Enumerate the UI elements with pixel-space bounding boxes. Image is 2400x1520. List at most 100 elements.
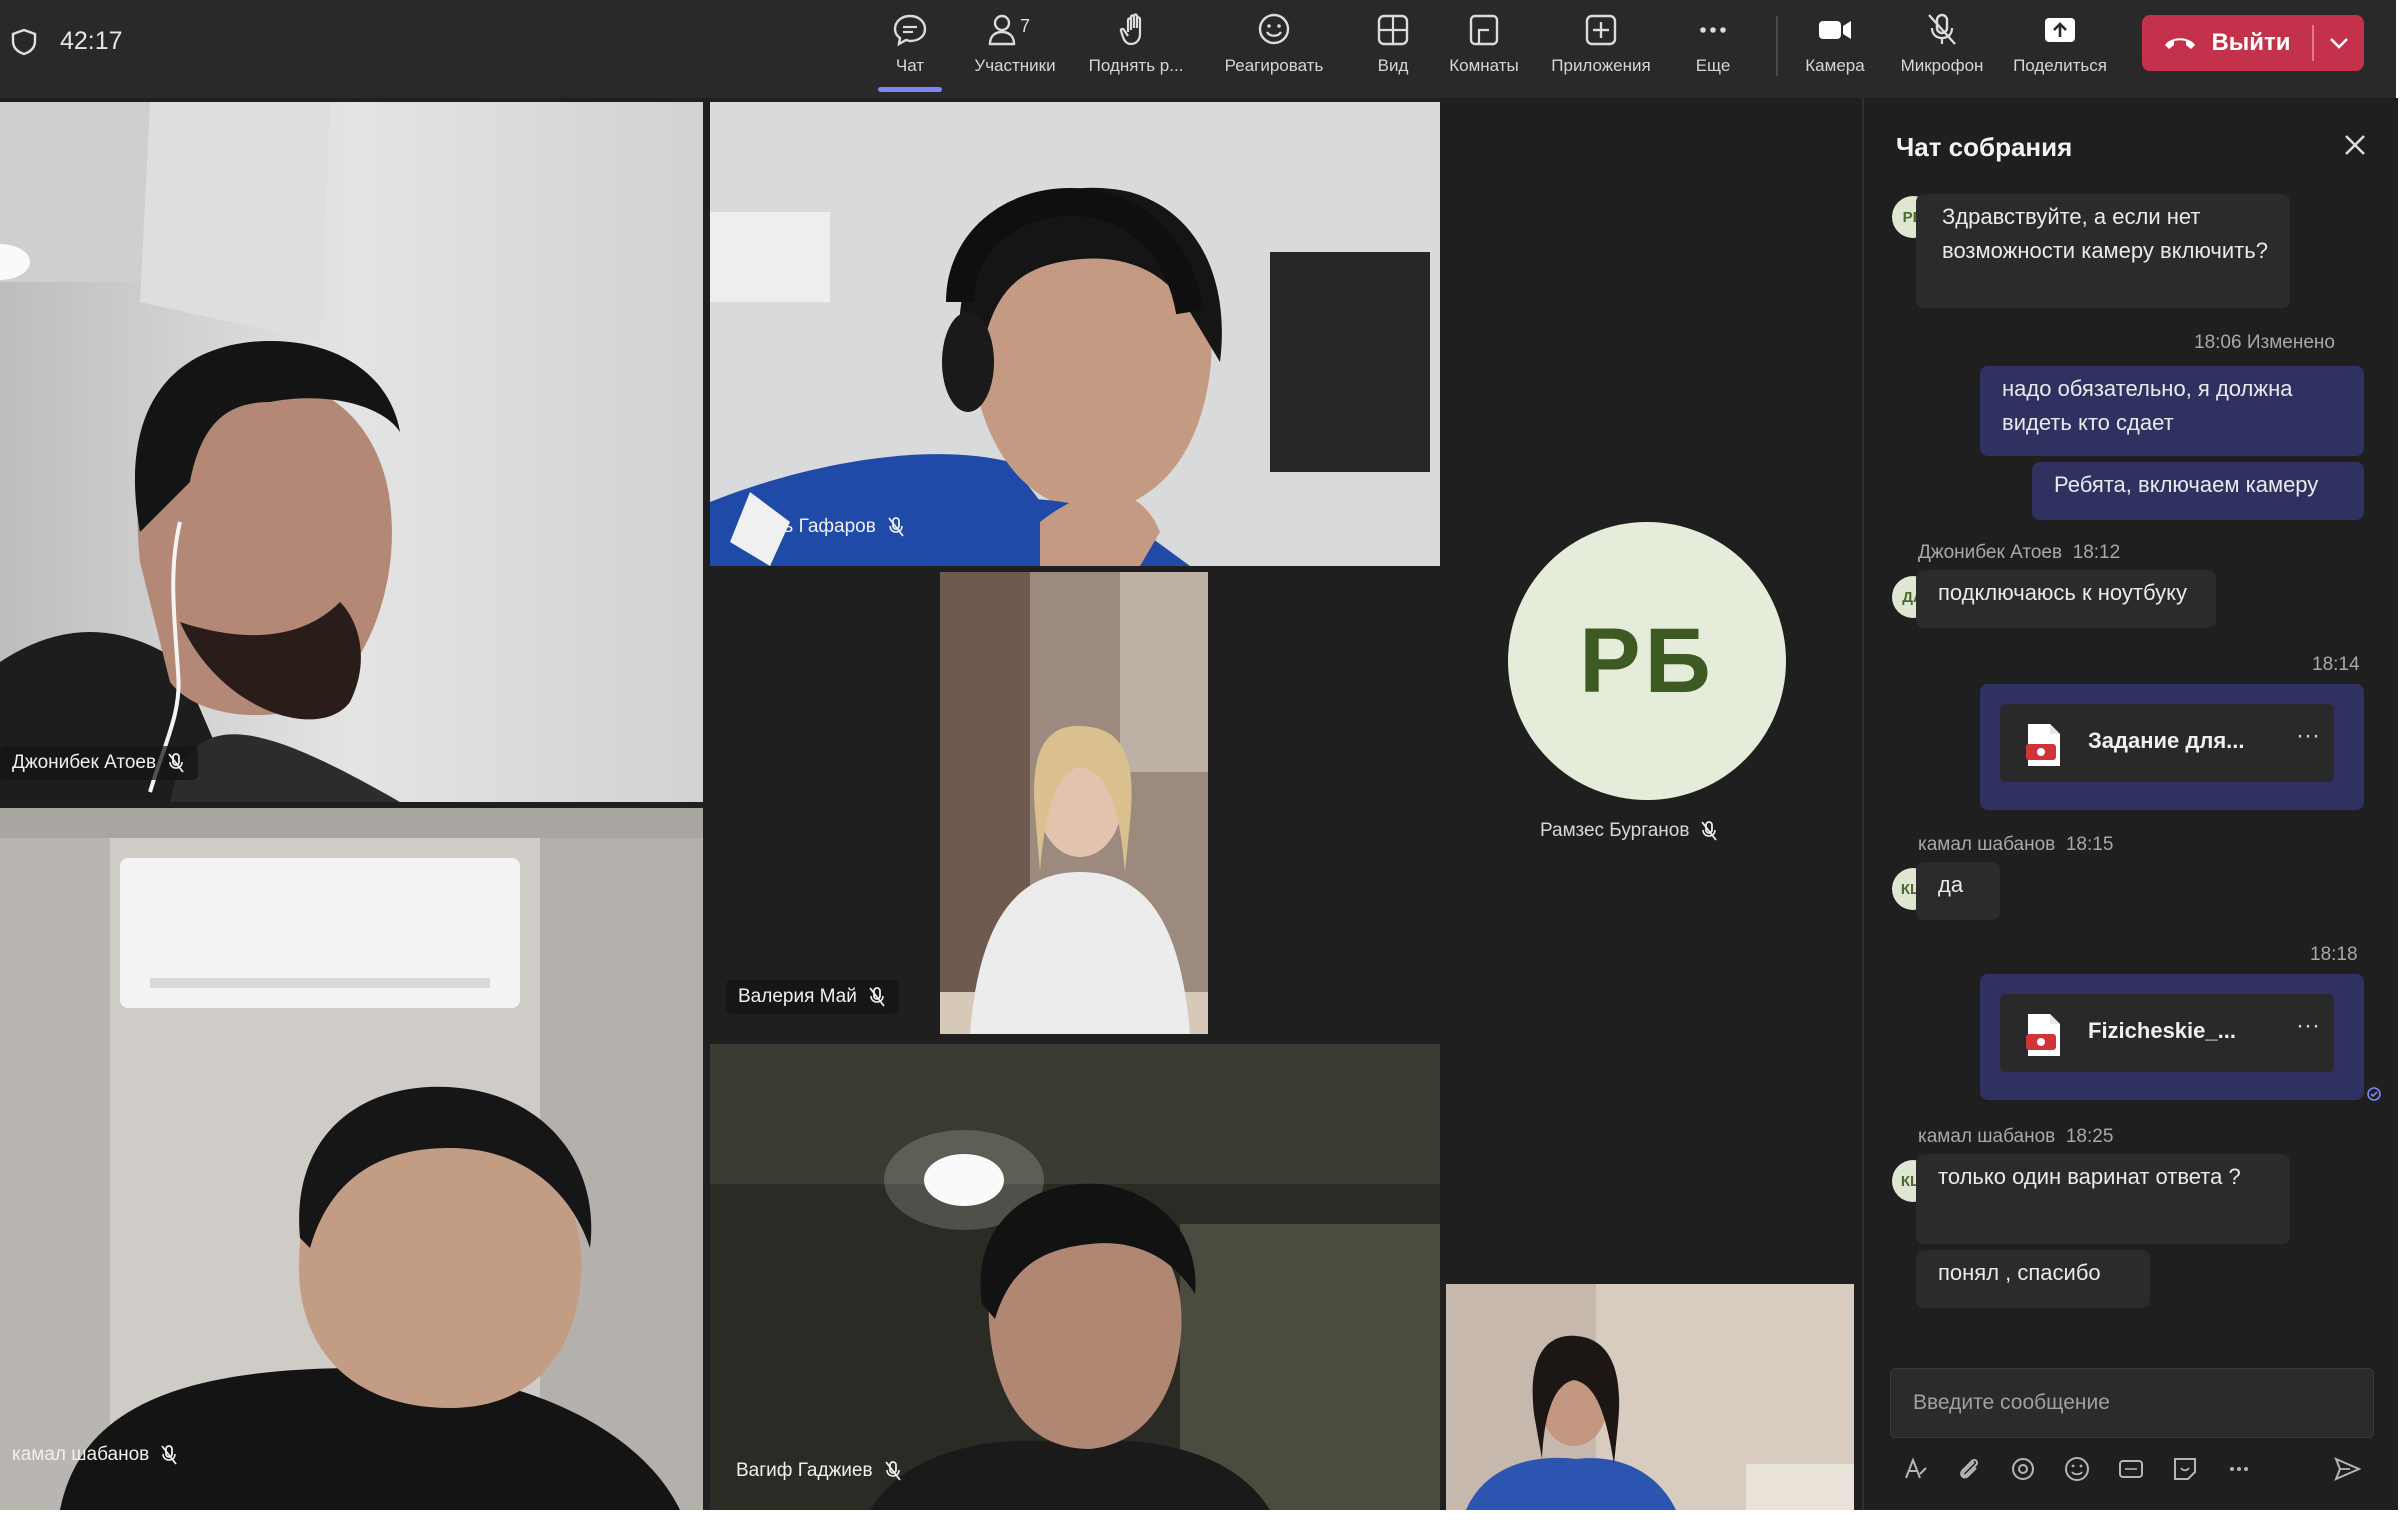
chat-time: 18:18	[2310, 944, 2358, 965]
video-tile[interactable]: Амиль Гафаров	[710, 102, 1440, 566]
participant-name: Вагиф Гаджиев	[736, 1460, 873, 1481]
chevron-down-icon	[2330, 38, 2348, 49]
chat-message-own: Ребята, включаем камеру	[2032, 462, 2364, 520]
toolbar-more-button[interactable]: Еще	[1690, 10, 1736, 82]
toolbar-rooms-label: Комнаты	[1449, 56, 1519, 75]
mic-off-icon	[1701, 821, 1718, 841]
toolbar-people-label: Участники	[974, 56, 1056, 75]
chat-time: 18:12	[2072, 542, 2121, 563]
toolbar-react-label: Реагировать	[1224, 56, 1324, 75]
chat-message-meta: 18:06 Изменено	[2194, 332, 2335, 353]
more-icon	[1700, 27, 1726, 33]
toolbar-raise-hand-button[interactable]: Поднять р...	[1080, 10, 1192, 82]
chat-icon	[893, 14, 927, 47]
participant-name-tag: Вагиф Гаджиев	[724, 1454, 915, 1488]
chat-time: 18:15	[2065, 834, 2114, 855]
participant-name: камал шабанов	[12, 1444, 150, 1465]
plus-icon	[1585, 14, 1617, 46]
participant-video	[0, 808, 703, 1510]
toolbar-more-label: Еще	[1695, 56, 1731, 75]
toolbar-people-button[interactable]: 7 Участники	[962, 10, 1068, 82]
share-icon	[2045, 18, 2075, 42]
file-attachment-card[interactable]: Задание для... ···	[2000, 704, 2334, 782]
self-view-video	[1446, 1284, 1854, 1510]
attach-icon[interactable]	[1954, 1454, 1984, 1484]
toolbar-share-button[interactable]: Поделиться	[2010, 10, 2110, 82]
chat-message-own: надо обязательно, я должна видеть кто сд…	[1980, 366, 2364, 456]
video-tile[interactable]: Джонибек Атоев	[0, 102, 703, 802]
rooms-icon	[1469, 14, 1499, 46]
sticker-icon[interactable]	[2170, 1454, 2200, 1484]
toolbar-apps-label: Приложения	[1551, 56, 1651, 75]
participant-name: Джонибек Атоев	[12, 752, 157, 773]
toolbar-apps-button[interactable]: Приложения	[1544, 10, 1658, 82]
more-options-icon[interactable]: ···	[2296, 1012, 2320, 1040]
leave-button-group: Выйти	[2142, 15, 2364, 71]
chat-message: только один варинат ответа ?	[1916, 1154, 2290, 1244]
format-icon[interactable]	[1900, 1454, 1930, 1484]
meeting-timer: 42:17	[60, 27, 123, 55]
video-tile[interactable]: Валерия Май	[710, 572, 1440, 1038]
chat-file-message: Fizicheskie_... ···	[1980, 974, 2364, 1100]
participant-name-tag: Валерия Май	[726, 980, 899, 1014]
file-name: Задание для...	[2088, 728, 2245, 753]
hang-up-icon	[2165, 38, 2196, 49]
toolbar-view-button[interactable]: Вид	[1368, 10, 1418, 82]
toolbar-camera-button[interactable]: Камера	[1800, 10, 1870, 82]
toolbar-react-button[interactable]: Реагировать	[1212, 10, 1336, 82]
gif-icon[interactable]	[2116, 1454, 2146, 1484]
mic-off-icon	[168, 753, 184, 773]
participant-video	[710, 1044, 1440, 1510]
emoji-icon[interactable]	[2062, 1454, 2092, 1484]
mic-off-icon	[1928, 13, 1956, 45]
self-view-tile[interactable]	[1446, 1284, 1854, 1510]
toolbar-separator	[1776, 16, 1778, 76]
chat-panel-title: Чат собрания	[1896, 132, 2073, 162]
mic-off-icon	[884, 1461, 901, 1481]
chat-author: камал шабанов	[1918, 834, 2056, 855]
chat-message: да	[1916, 862, 2000, 920]
participant-name-tag: Рамзес Бурганов	[1540, 820, 1719, 842]
meeting-chat-panel: Чат собрания РБ Здравствуйте, а если нет…	[1862, 98, 2400, 1510]
chat-message: понял , спасибо	[1916, 1250, 2150, 1308]
pdf-file-icon	[2026, 724, 2060, 766]
camera-icon	[1819, 21, 1851, 39]
mic-off-icon	[869, 987, 885, 1007]
participant-name: Валерия Май	[738, 986, 857, 1007]
mic-off-icon	[161, 1445, 177, 1465]
participant-name-tag: Джонибек Атоев	[0, 746, 199, 780]
more-options-icon[interactable]: ···	[2296, 722, 2320, 750]
toolbar-chat-label: Чат	[895, 56, 925, 75]
file-attachment-card[interactable]: Fizicheskie_... ···	[2000, 994, 2334, 1072]
toolbar-view-label: Вид	[1377, 56, 1409, 75]
close-icon[interactable]	[2340, 130, 2370, 160]
participant-name-tag: камал шабанов	[0, 1438, 191, 1472]
participant-video	[0, 102, 703, 802]
leave-options-button[interactable]	[2314, 15, 2364, 71]
chat-message: подключаюсь к ноутбуку	[1916, 570, 2216, 628]
chat-message-meta: Джонибек Атоев 18:12	[1918, 542, 2120, 564]
video-tile[interactable]: Вагиф Гаджиев	[710, 1044, 1440, 1510]
toolbar-camera-label: Камера	[1805, 56, 1865, 75]
message-input[interactable]	[1891, 1369, 2400, 1437]
teams-meeting-window: 42:17 Чат 7 Участники Поднять р... Реаги…	[0, 0, 2400, 1510]
chat-message-meta: камал шабанов 18:25	[1918, 1126, 2113, 1148]
pdf-file-icon	[2026, 1014, 2060, 1056]
toolbar-rooms-button[interactable]: Комнаты	[1442, 10, 1526, 82]
participant-video	[710, 102, 1440, 566]
chat-time: 18:25	[2065, 1126, 2114, 1147]
chat-message-meta: камал шабанов 18:15	[1918, 834, 2113, 856]
participant-name: Рамзес Бурганов	[1540, 820, 1690, 841]
more-options-icon[interactable]	[2224, 1454, 2254, 1484]
hand-icon	[1119, 13, 1142, 46]
shield-icon	[11, 28, 37, 56]
chat-author: Джонибек Атоев	[1918, 542, 2063, 563]
grid-icon	[1377, 14, 1409, 46]
smile-icon	[1258, 13, 1290, 45]
toolbar-mic-button[interactable]: Микрофон	[1894, 10, 1990, 82]
leave-button[interactable]: Выйти	[2142, 15, 2312, 71]
video-tile[interactable]: камал шабанов	[0, 808, 703, 1510]
toolbar-chat-button[interactable]: Чат	[878, 10, 942, 92]
send-icon[interactable]	[2332, 1454, 2362, 1484]
loop-icon[interactable]	[2008, 1454, 2038, 1484]
